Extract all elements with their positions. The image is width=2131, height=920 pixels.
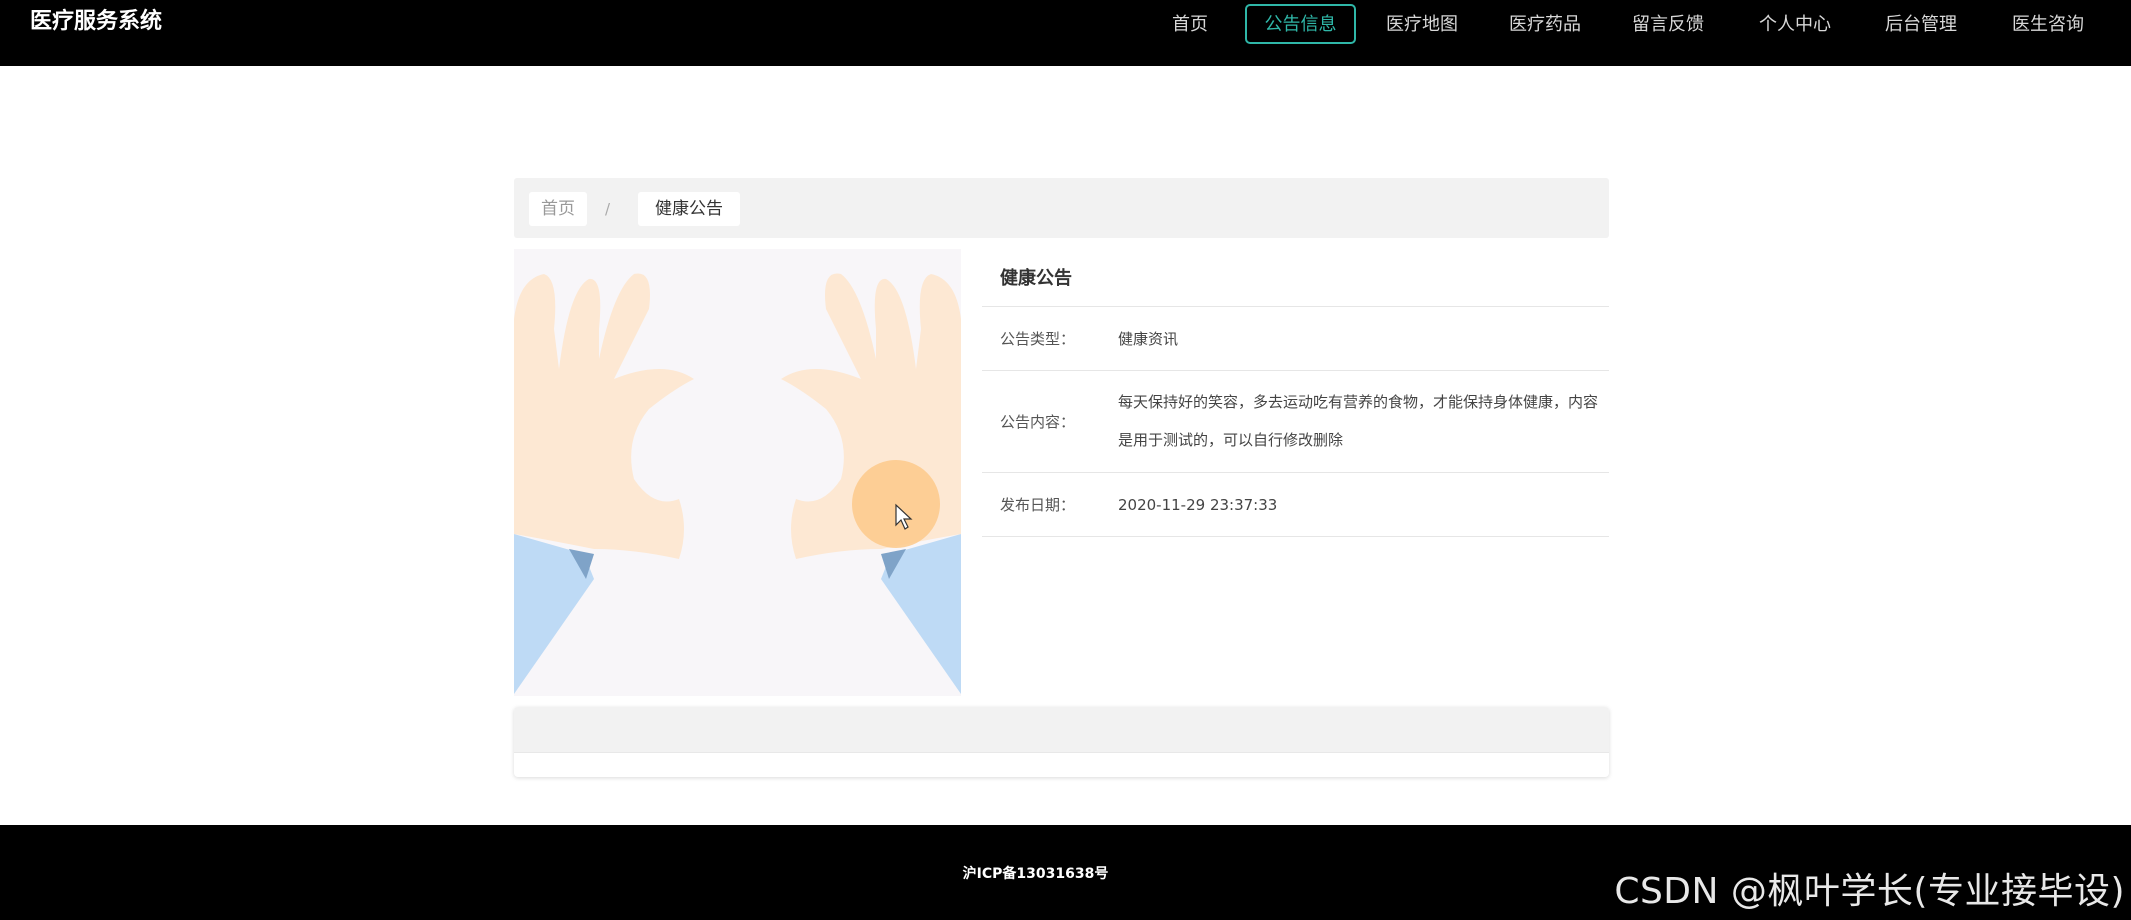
nav-item-medical-map[interactable]: 医疗地图: [1372, 4, 1472, 44]
nav-item-doctor-consult[interactable]: 医生咨询: [1998, 4, 2098, 44]
notice-type-row: 公告类型： 健康资讯: [982, 307, 1609, 371]
notice-date-row: 发布日期： 2020-11-29 23:37:33: [982, 473, 1609, 537]
notice-image: [514, 249, 961, 696]
breadcrumb-current: 健康公告: [638, 192, 740, 226]
heart-hands-illustration: [514, 249, 961, 696]
notice-title: 健康公告: [982, 249, 1609, 307]
notice-detail: 健康公告 公告类型： 健康资讯 公告内容： 每天保持好的笑容，多去运动吃有营养的…: [982, 249, 1609, 537]
notice-date-value: 2020-11-29 23:37:33: [1118, 496, 1278, 514]
nav-item-personal-center[interactable]: 个人中心: [1745, 4, 1845, 44]
top-navbar: 医疗服务系统 首页 公告信息 医疗地图 医疗药品 留言反馈 个人中心 后台管理 …: [0, 0, 2131, 66]
csdn-watermark: CSDN @枫叶学长(专业接毕设): [1614, 871, 2125, 912]
breadcrumb-home[interactable]: 首页: [529, 192, 587, 226]
breadcrumb: 首页 / 健康公告: [514, 178, 1609, 238]
nav-item-admin[interactable]: 后台管理: [1871, 4, 1971, 44]
nav-item-notices[interactable]: 公告信息: [1245, 4, 1356, 44]
nav-item-feedback[interactable]: 留言反馈: [1618, 4, 1718, 44]
breadcrumb-separator: /: [605, 200, 611, 218]
main-nav: 首页 公告信息 医疗地图 医疗药品 留言反馈 个人中心 后台管理 医生咨询: [0, 2, 2131, 44]
nav-item-home[interactable]: 首页: [1156, 4, 1224, 44]
notice-type-value: 健康资讯: [1118, 330, 1179, 348]
detail-card-header: [514, 707, 1609, 753]
notice-content-label: 公告内容：: [1000, 413, 1076, 431]
notice-content-row: 公告内容： 每天保持好的笑容，多去运动吃有营养的食物，才能保持身体健康，内容是用…: [982, 371, 1609, 473]
notice-date-label: 发布日期：: [1000, 496, 1076, 514]
notice-content-value: 每天保持好的笑容，多去运动吃有营养的食物，才能保持身体健康，内容是用于测试的，可…: [1118, 393, 1599, 449]
nav-item-medicines[interactable]: 医疗药品: [1495, 4, 1595, 44]
notice-type-label: 公告类型：: [1000, 330, 1076, 348]
detail-card: [514, 707, 1609, 777]
